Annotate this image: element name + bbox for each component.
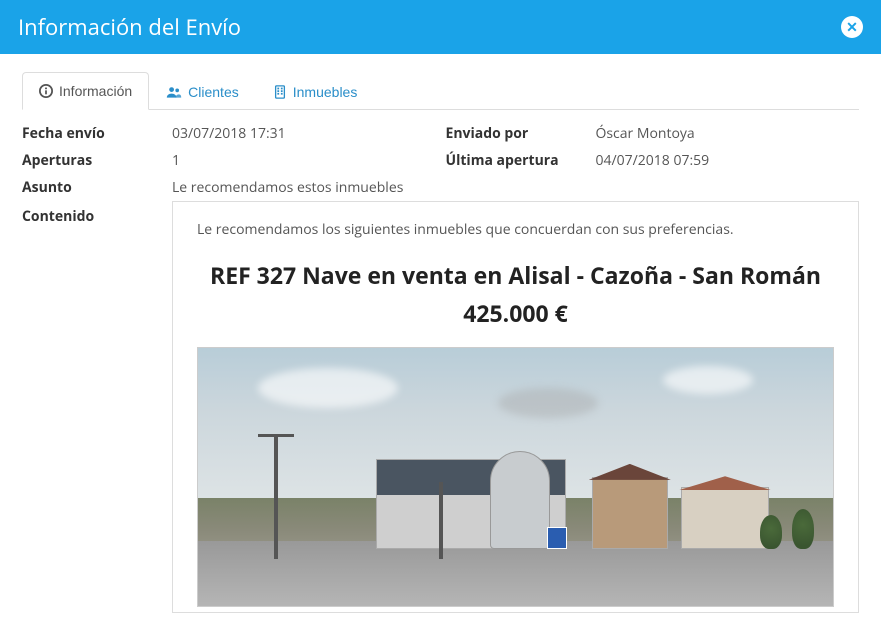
info-icon	[39, 84, 53, 98]
ultima-apertura-value: 04/07/2018 07:59	[596, 151, 860, 170]
contenido-label: Contenido	[22, 201, 162, 613]
asunto-label: Asunto	[22, 178, 162, 197]
enviado-por-value: Óscar Montoya	[596, 124, 860, 143]
contenido-row: Contenido Le recomendamos los siguientes…	[22, 201, 859, 613]
tab-informacion[interactable]: Información	[22, 72, 149, 110]
aperturas-label: Aperturas	[22, 151, 162, 170]
property-price: 425.000 €	[197, 297, 834, 329]
info-grid: Fecha envío 03/07/2018 17:31 Enviado por…	[22, 124, 859, 197]
tab-label: Inmuebles	[293, 84, 358, 100]
ultima-apertura-label: Última apertura	[446, 151, 586, 170]
users-icon	[166, 85, 182, 99]
modal-title: Información del Envío	[18, 12, 241, 42]
tabs: Información Clientes Inmuebles	[22, 72, 859, 110]
tab-clientes[interactable]: Clientes	[149, 72, 256, 110]
property-title: REF 327 Nave en venta en Alisal - Cazoña…	[197, 261, 834, 291]
modal-header: Información del Envío ✕	[0, 0, 881, 54]
building-icon	[273, 85, 287, 99]
close-icon: ✕	[846, 19, 858, 36]
tab-inmuebles[interactable]: Inmuebles	[256, 72, 375, 110]
tab-label: Información	[59, 83, 132, 99]
contenido-box[interactable]: Le recomendamos los siguientes inmuebles…	[172, 201, 859, 613]
modal-body: Información Clientes Inmuebles Fecha env…	[0, 54, 881, 631]
property-image	[197, 347, 834, 607]
content-intro: Le recomendamos los siguientes inmuebles…	[197, 220, 834, 239]
tab-label: Clientes	[188, 84, 239, 100]
fecha-envio-value: 03/07/2018 17:31	[172, 124, 436, 143]
enviado-por-label: Enviado por	[446, 124, 586, 143]
aperturas-value: 1	[172, 151, 436, 170]
fecha-envio-label: Fecha envío	[22, 124, 162, 143]
close-button[interactable]: ✕	[841, 16, 863, 38]
asunto-value: Le recomendamos estos inmuebles	[172, 178, 859, 197]
shipment-info-modal: Información del Envío ✕ Información Clie…	[0, 0, 881, 631]
